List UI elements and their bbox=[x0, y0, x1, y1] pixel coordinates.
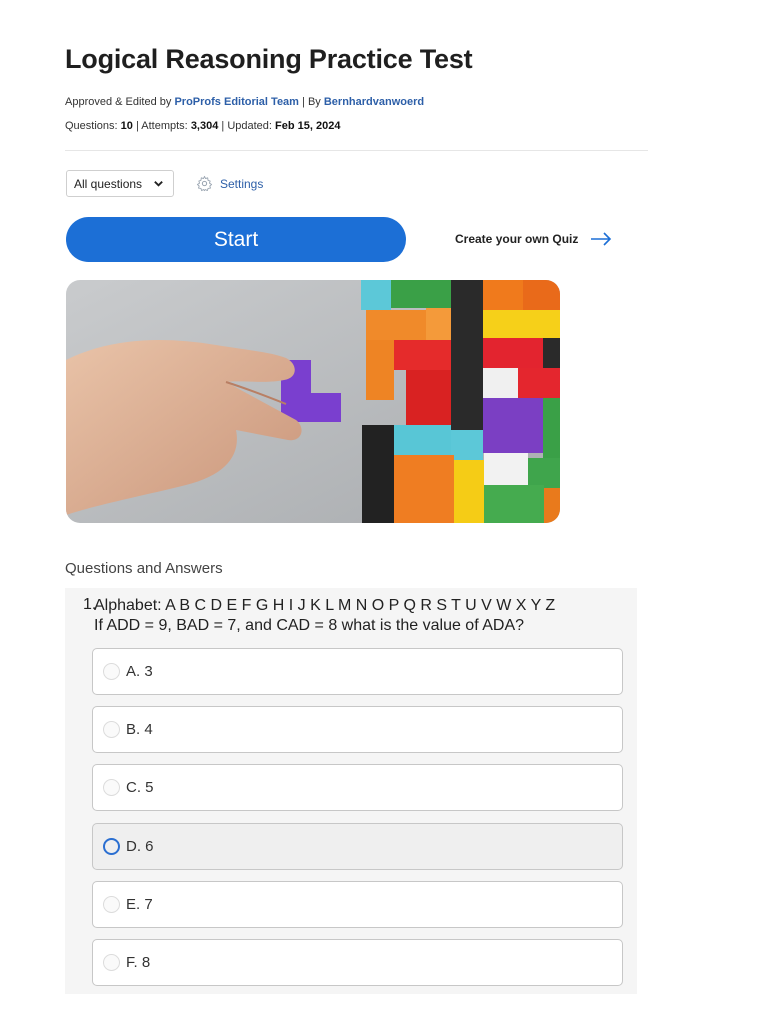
questions-label: Questions: bbox=[65, 120, 118, 132]
option-label: F. 8 bbox=[126, 954, 151, 971]
answer-option-d[interactable]: D. 6 bbox=[92, 823, 623, 870]
header-divider bbox=[65, 150, 648, 151]
quiz-hero-image bbox=[66, 280, 560, 523]
option-label: E. 7 bbox=[126, 896, 153, 913]
option-label: A. 3 bbox=[126, 663, 153, 680]
author-link[interactable]: Bernhardvanwoerd bbox=[324, 96, 424, 108]
answer-option-f[interactable]: F. 8 bbox=[92, 939, 623, 986]
question-line-2: If ADD = 9, BAD = 7, and CAD = 8 what is… bbox=[94, 617, 525, 634]
qa-heading: Questions and Answers bbox=[65, 560, 223, 577]
attempts-label: | Attempts: bbox=[135, 120, 188, 132]
arrow-right-icon bbox=[591, 232, 612, 246]
radio-button[interactable] bbox=[103, 721, 120, 738]
settings-button[interactable]: Settings bbox=[196, 175, 263, 192]
approval-line: Approved & Edited by ProProfs Editorial … bbox=[65, 96, 424, 108]
radio-button[interactable] bbox=[103, 663, 120, 680]
question-text: Alphabet: A B C D E F G H I J K L M N O … bbox=[94, 596, 634, 636]
settings-label: Settings bbox=[220, 176, 264, 191]
attempts-count: 3,304 bbox=[190, 120, 219, 132]
answer-option-a[interactable]: A. 3 bbox=[92, 648, 623, 695]
tetromino-puzzle-illustration bbox=[66, 280, 560, 523]
approved-prefix: Approved & Edited by bbox=[65, 96, 172, 108]
question-card: 1. Alphabet: A B C D E F G H I J K L M N… bbox=[65, 588, 637, 994]
editorial-team-link[interactable]: ProProfs Editorial Team bbox=[174, 96, 299, 108]
answer-option-b[interactable]: B. 4 bbox=[92, 706, 623, 753]
radio-button[interactable] bbox=[103, 779, 120, 796]
answer-option-c[interactable]: C. 5 bbox=[92, 764, 623, 811]
radio-button[interactable] bbox=[103, 954, 120, 971]
option-label: B. 4 bbox=[126, 721, 153, 738]
start-label: Start bbox=[213, 227, 259, 251]
answer-option-e[interactable]: E. 7 bbox=[92, 881, 623, 928]
radio-button[interactable] bbox=[103, 896, 120, 913]
updated-label: | Updated: bbox=[221, 120, 272, 132]
updated-date: Feb 15, 2024 bbox=[275, 120, 341, 132]
questions-count: 10 bbox=[120, 120, 133, 132]
by-prefix: | By bbox=[302, 96, 321, 108]
stats-line: Questions: 10 | Attempts: 3,304 | Update… bbox=[65, 120, 340, 132]
chevron-down-icon bbox=[154, 181, 163, 187]
create-quiz-label: Create your own Quiz bbox=[455, 232, 579, 246]
start-button[interactable]: Start bbox=[66, 217, 406, 262]
question-filter-select[interactable]: All questions bbox=[66, 170, 174, 197]
question-line-1: Alphabet: A B C D E F G H I J K L M N O … bbox=[94, 597, 556, 614]
select-value: All questions bbox=[74, 176, 143, 191]
gear-icon bbox=[196, 175, 213, 192]
radio-button[interactable] bbox=[103, 838, 120, 855]
option-label: C. 5 bbox=[126, 779, 154, 796]
page-title: Logical Reasoning Practice Test bbox=[65, 44, 473, 74]
create-quiz-link[interactable]: Create your own Quiz bbox=[455, 232, 612, 246]
option-label: D. 6 bbox=[126, 838, 154, 855]
